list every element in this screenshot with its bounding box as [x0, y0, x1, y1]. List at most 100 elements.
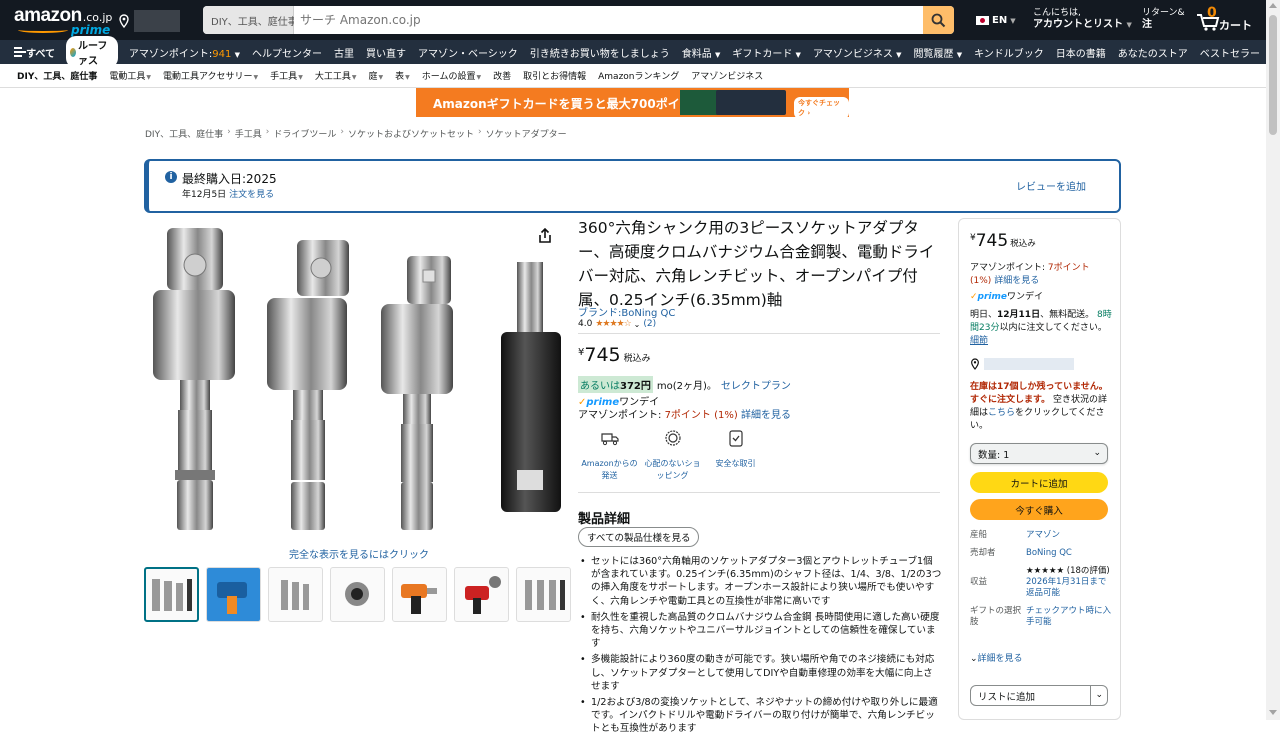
hamburger-icon[interactable]: [14, 47, 27, 57]
breadcrumb-item[interactable]: ソケットおよびソケットセット: [348, 127, 474, 140]
nav-help[interactable]: ヘルプセンター: [246, 45, 328, 60]
cat-deals[interactable]: 取引とお得情報: [517, 69, 592, 82]
promo-cta: 今すぐチェック ›: [794, 97, 849, 117]
row-value-link[interactable]: チェックアウト時に入手可能: [1026, 606, 1112, 628]
nav-giftcards[interactable]: ギフトカード ▼: [726, 45, 807, 60]
delivery-location[interactable]: [118, 9, 184, 33]
cat-power-accessories[interactable]: 電動工具アクセサリー▼: [157, 69, 264, 82]
delivery-suffix: 以内に注文してください。: [999, 323, 1107, 333]
language-selector[interactable]: EN ▼: [976, 15, 1016, 26]
all-specs-button[interactable]: すべての製品仕様を見る: [578, 527, 700, 547]
search-dept-select[interactable]: DIY、工具、庭仕事▼: [203, 6, 306, 34]
returns-orders[interactable]: リターン& 注: [1142, 8, 1185, 30]
points-detail-link[interactable]: 詳細を見る: [994, 276, 1039, 286]
thumb-detail-icon: [345, 582, 369, 606]
nav-business[interactable]: アマゾンビジネス ▼: [807, 45, 908, 60]
thumbnail[interactable]: [516, 567, 571, 622]
info-icon: i: [165, 171, 177, 183]
points-detail-link[interactable]: 詳細を見る: [741, 410, 791, 421]
select-plan-link[interactable]: セレクトプラン: [721, 377, 791, 392]
nav-buy-again[interactable]: 買い直す: [360, 45, 412, 60]
prime-oneday: ワンデイ: [1007, 292, 1044, 302]
brand-link[interactable]: ブランド:BoNing QC: [578, 304, 675, 319]
nav-history[interactable]: 閲覧履歴 ▼: [908, 45, 969, 60]
rating-summary[interactable]: 4.0 ★★★★☆ ⌄ (2): [578, 319, 656, 329]
promo-banner[interactable]: Amazonギフトカードを買うと最大700ポイント 今すぐチェック ›: [416, 88, 849, 117]
returns-link[interactable]: 2026年1月31日まで返品可能: [1026, 577, 1106, 598]
breadcrumb-item[interactable]: ドライブツール: [273, 127, 336, 140]
cat-label: ホームの設置: [421, 72, 476, 82]
nav-kindle[interactable]: キンドルブック: [968, 45, 1050, 60]
add-to-cart-button[interactable]: カートに追加: [970, 472, 1108, 493]
feature-worry-free[interactable]: 心配のないショッピング: [641, 428, 704, 482]
view-order-link[interactable]: 注文を見る: [229, 190, 274, 200]
nav-points-value: 941: [212, 48, 232, 60]
feature-secure[interactable]: 安全な取引: [704, 428, 767, 482]
thumbnail[interactable]: [206, 567, 261, 622]
cat-table[interactable]: 表▼: [389, 69, 416, 82]
cat-label: 庭: [368, 72, 378, 82]
thumbnail[interactable]: [392, 567, 447, 622]
cat-rankings[interactable]: Amazonランキング: [592, 69, 685, 82]
nav-used[interactable]: 古里: [328, 45, 360, 60]
bullet-item: 1/2および3/8の変換ソケットとして、ネジやナットの締め付けや取り外しに最適で…: [578, 696, 942, 736]
cat-power-tools[interactable]: 電動工具▼: [103, 69, 157, 82]
thumbnail[interactable]: [454, 567, 509, 622]
cat-carpentry[interactable]: 大工工具▼: [309, 69, 363, 82]
nav-points[interactable]: アマゾンポイント:941 ▼: [123, 45, 246, 60]
product-price: ¥745 税込み: [578, 344, 651, 366]
main-product-image[interactable]: [145, 220, 565, 540]
row-value-link[interactable]: BoNing QC: [1026, 548, 1072, 559]
scroll-up-icon[interactable]: [1269, 3, 1277, 8]
cat-hand-tools[interactable]: 手工具▼: [264, 69, 309, 82]
full-view-link[interactable]: 完全な表示を見るにはクリック: [289, 546, 429, 561]
cart-button[interactable]: 0 カート: [1196, 5, 1252, 34]
search-input[interactable]: [294, 6, 923, 34]
feature-shipped-by-amazon[interactable]: Amazonからの発送: [578, 428, 641, 482]
cat-home-setup[interactable]: ホームの設置▼: [416, 69, 487, 82]
buybox-location[interactable]: [970, 358, 1074, 370]
installment-price: 372円: [620, 381, 651, 392]
buy-now-button[interactable]: 今すぐ購入: [970, 499, 1108, 520]
nav-all[interactable]: すべて: [26, 45, 61, 60]
add-review-link[interactable]: レビューを追加: [1016, 178, 1086, 193]
quantity-select[interactable]: 数量: 1 ⌄: [970, 443, 1108, 464]
account-menu[interactable]: こんにちは, アカウントとリスト ▼: [1033, 8, 1132, 31]
cat-label: 電動工具: [109, 72, 146, 82]
cat-garden[interactable]: 庭▼: [362, 69, 389, 82]
thumbnail[interactable]: [144, 567, 199, 622]
cat-business[interactable]: アマゾンビジネス: [685, 69, 769, 82]
breadcrumb-item[interactable]: 手工具: [235, 127, 262, 140]
delivery-details-link[interactable]: 細節: [970, 336, 988, 346]
add-to-list-button[interactable]: リストに追加 ⌄: [970, 685, 1108, 706]
amazon-logo[interactable]: amazon.co.jp prime: [14, 5, 112, 37]
more-details-link[interactable]: ⌄詳細を見る: [970, 651, 1023, 664]
nav-keep-shopping[interactable]: 引き続きお買い物をしましょう: [524, 45, 676, 60]
breadcrumb-item[interactable]: DIY、工具、庭仕事: [145, 127, 223, 140]
cat-label: 取引とお得情報: [523, 72, 587, 82]
search-button[interactable]: [923, 6, 954, 34]
chevron-down-icon: ⌄: [970, 654, 978, 664]
cat-improvement[interactable]: 改善: [487, 69, 517, 82]
page-scrollbar[interactable]: [1266, 0, 1280, 720]
nav-bestsellers[interactable]: ベストセラー: [1194, 45, 1266, 60]
thumbnail[interactable]: [330, 567, 385, 622]
scrollbar-thumb[interactable]: [1269, 15, 1277, 135]
nav-your-store[interactable]: あなたのストア: [1112, 45, 1194, 60]
row-key: 売却者: [970, 548, 996, 558]
row-value-link[interactable]: アマゾン: [1026, 530, 1060, 541]
returns-label: リターン&: [1142, 8, 1185, 18]
nav-jp-books[interactable]: 日本の書籍: [1050, 45, 1112, 60]
nav-grocery[interactable]: 食料品 ▼: [676, 45, 727, 60]
stock-here-link[interactable]: こちら: [988, 408, 1015, 418]
breadcrumb-item[interactable]: ソケットアダプター: [486, 127, 567, 140]
scroll-down-icon[interactable]: [1269, 710, 1277, 715]
chevron-down-icon[interactable]: ⌄: [1095, 690, 1103, 700]
nav-basics[interactable]: アマゾン・ベーシック: [412, 45, 524, 60]
rating-count[interactable]: (2): [643, 319, 656, 329]
row-key: 収益: [970, 577, 988, 587]
share-icon[interactable]: [538, 228, 552, 244]
cat-diy[interactable]: DIY、工具、庭仕事: [11, 69, 103, 82]
thumbnail[interactable]: [268, 567, 323, 622]
seller-info-row: 売却者 BoNing QC: [970, 548, 1112, 559]
